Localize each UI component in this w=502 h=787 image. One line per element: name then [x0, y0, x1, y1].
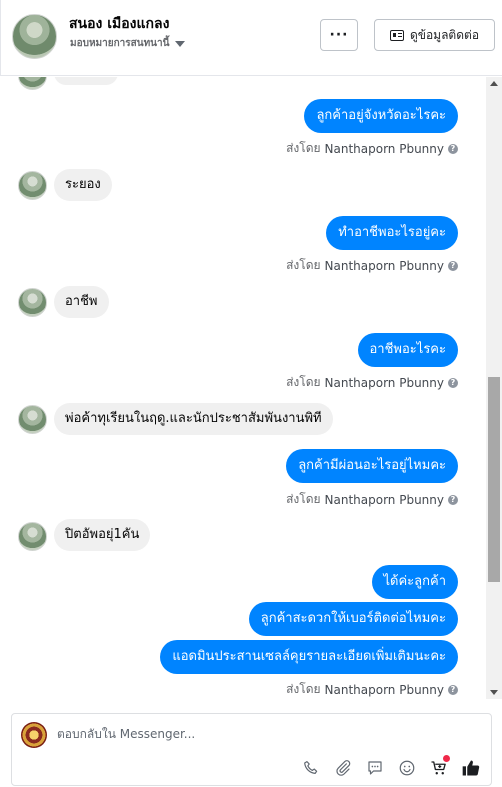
sender-name: Nanthaporn Pbunny: [324, 141, 444, 156]
message-bubble-outgoing[interactable]: ได้ค่ะลูกค้า: [371, 565, 458, 599]
message-bubble-outgoing[interactable]: ทำอาชีพอะไรอยู่คะ: [326, 216, 458, 250]
scroll-up-arrow-icon[interactable]: [490, 81, 498, 86]
contact-avatar-small: [18, 288, 47, 317]
chat-template-icon[interactable]: [364, 757, 386, 779]
sent-by-prefix: ส่งโดย: [286, 141, 321, 155]
emoji-icon[interactable]: [396, 757, 418, 779]
contact-avatar-small: [18, 405, 47, 434]
sent-by-prefix: ส่งโดย: [286, 492, 321, 506]
sent-by-line: ส่งโดย Nanthaporn Pbunny ?: [286, 139, 458, 158]
message-bubble-outgoing[interactable]: ลูกค้ามีผ่อนอะไรอยู่ไหมคะ: [286, 449, 458, 483]
view-contact-info-label: ดูข้อมูลติดต่อ: [409, 27, 480, 42]
help-icon[interactable]: ?: [448, 260, 458, 271]
paperclip-icon[interactable]: [332, 757, 354, 779]
message-bubble-outgoing[interactable]: ลูกค้าสะดวกให้เบอร์ติดต่อไหมคะ: [248, 602, 458, 636]
view-contact-info-button[interactable]: ดูข้อมูลติดต่อ: [374, 19, 495, 51]
contact-avatar-small: [18, 77, 47, 90]
page-avatar: [21, 722, 47, 748]
sent-by-prefix: ส่งโดย: [286, 258, 321, 272]
message-bubble-incoming[interactable]: ระยอง: [54, 169, 112, 201]
message-bubble-incoming: [54, 77, 118, 85]
contact-avatar[interactable]: [12, 14, 57, 59]
help-icon[interactable]: ?: [448, 143, 458, 154]
sent-by-prefix: ส่งโดย: [286, 682, 321, 696]
message-bubble-incoming[interactable]: พ่อค้าทุเรียนในฤดู.และนักประชาสัมพันงานพ…: [54, 403, 333, 435]
notification-dot: [443, 755, 450, 762]
scroll-down-arrow-icon[interactable]: [490, 690, 498, 695]
caret-down-icon: [175, 40, 186, 47]
sent-by-line: ส่งโดย Nanthaporn Pbunny ?: [286, 373, 458, 392]
assign-conversation-label: มอบหมายการสนทนานี้: [70, 38, 170, 49]
sent-by-line: ส่งโดย Nanthaporn Pbunny ?: [286, 490, 458, 509]
help-icon[interactable]: ?: [448, 684, 458, 695]
sent-by-prefix: ส่งโดย: [286, 375, 321, 389]
sender-name: Nanthaporn Pbunny: [324, 492, 444, 507]
contact-avatar-small: [18, 522, 47, 551]
scrollbar-thumb[interactable]: [488, 377, 500, 582]
conversation-header: สนอง เมืองแกลง มอบหมายการสนทนานี้ ··· ดู…: [0, 0, 502, 76]
message-bubble-incoming[interactable]: ปิตอัพอยุ่1คัน: [54, 519, 151, 551]
message-bubble-outgoing[interactable]: อาชีพอะไรคะ: [357, 333, 458, 367]
assign-conversation-dropdown[interactable]: มอบหมายการสนทนานี้: [70, 36, 186, 51]
message-bubble-outgoing[interactable]: แอดมินประสานเซลล์คุยรายละเอียดเพิ่มเติมน…: [160, 640, 458, 674]
reply-composer: [11, 713, 492, 786]
sender-name: Nanthaporn Pbunny: [324, 375, 444, 390]
sender-name: Nanthaporn Pbunny: [324, 682, 444, 697]
phone-icon[interactable]: [300, 757, 322, 779]
message-bubble-incoming[interactable]: อาชีพ: [54, 286, 109, 318]
help-icon[interactable]: ?: [448, 377, 458, 388]
reply-input[interactable]: [57, 727, 457, 741]
contact-name[interactable]: สนอง เมืองแกลง: [69, 13, 169, 35]
sender-name: Nanthaporn Pbunny: [324, 258, 444, 273]
more-options-button[interactable]: ···: [320, 19, 358, 51]
cart-icon[interactable]: [428, 755, 450, 779]
thumbs-up-icon[interactable]: [460, 757, 482, 779]
contact-avatar-small: [18, 171, 47, 200]
message-thread[interactable]: ลูกค้าอยู่จังหวัดอะไรคะ ส่งโดย Nanthapor…: [0, 77, 486, 699]
sent-by-line: ส่งโดย Nanthaporn Pbunny ?: [286, 256, 458, 275]
message-scrollbar[interactable]: [486, 77, 502, 699]
sent-by-line: ส่งโดย Nanthaporn Pbunny ?: [286, 680, 458, 699]
help-icon[interactable]: ?: [448, 494, 458, 505]
message-bubble-outgoing[interactable]: ลูกค้าอยู่จังหวัดอะไรคะ: [304, 99, 458, 133]
contact-card-icon: [389, 29, 404, 41]
